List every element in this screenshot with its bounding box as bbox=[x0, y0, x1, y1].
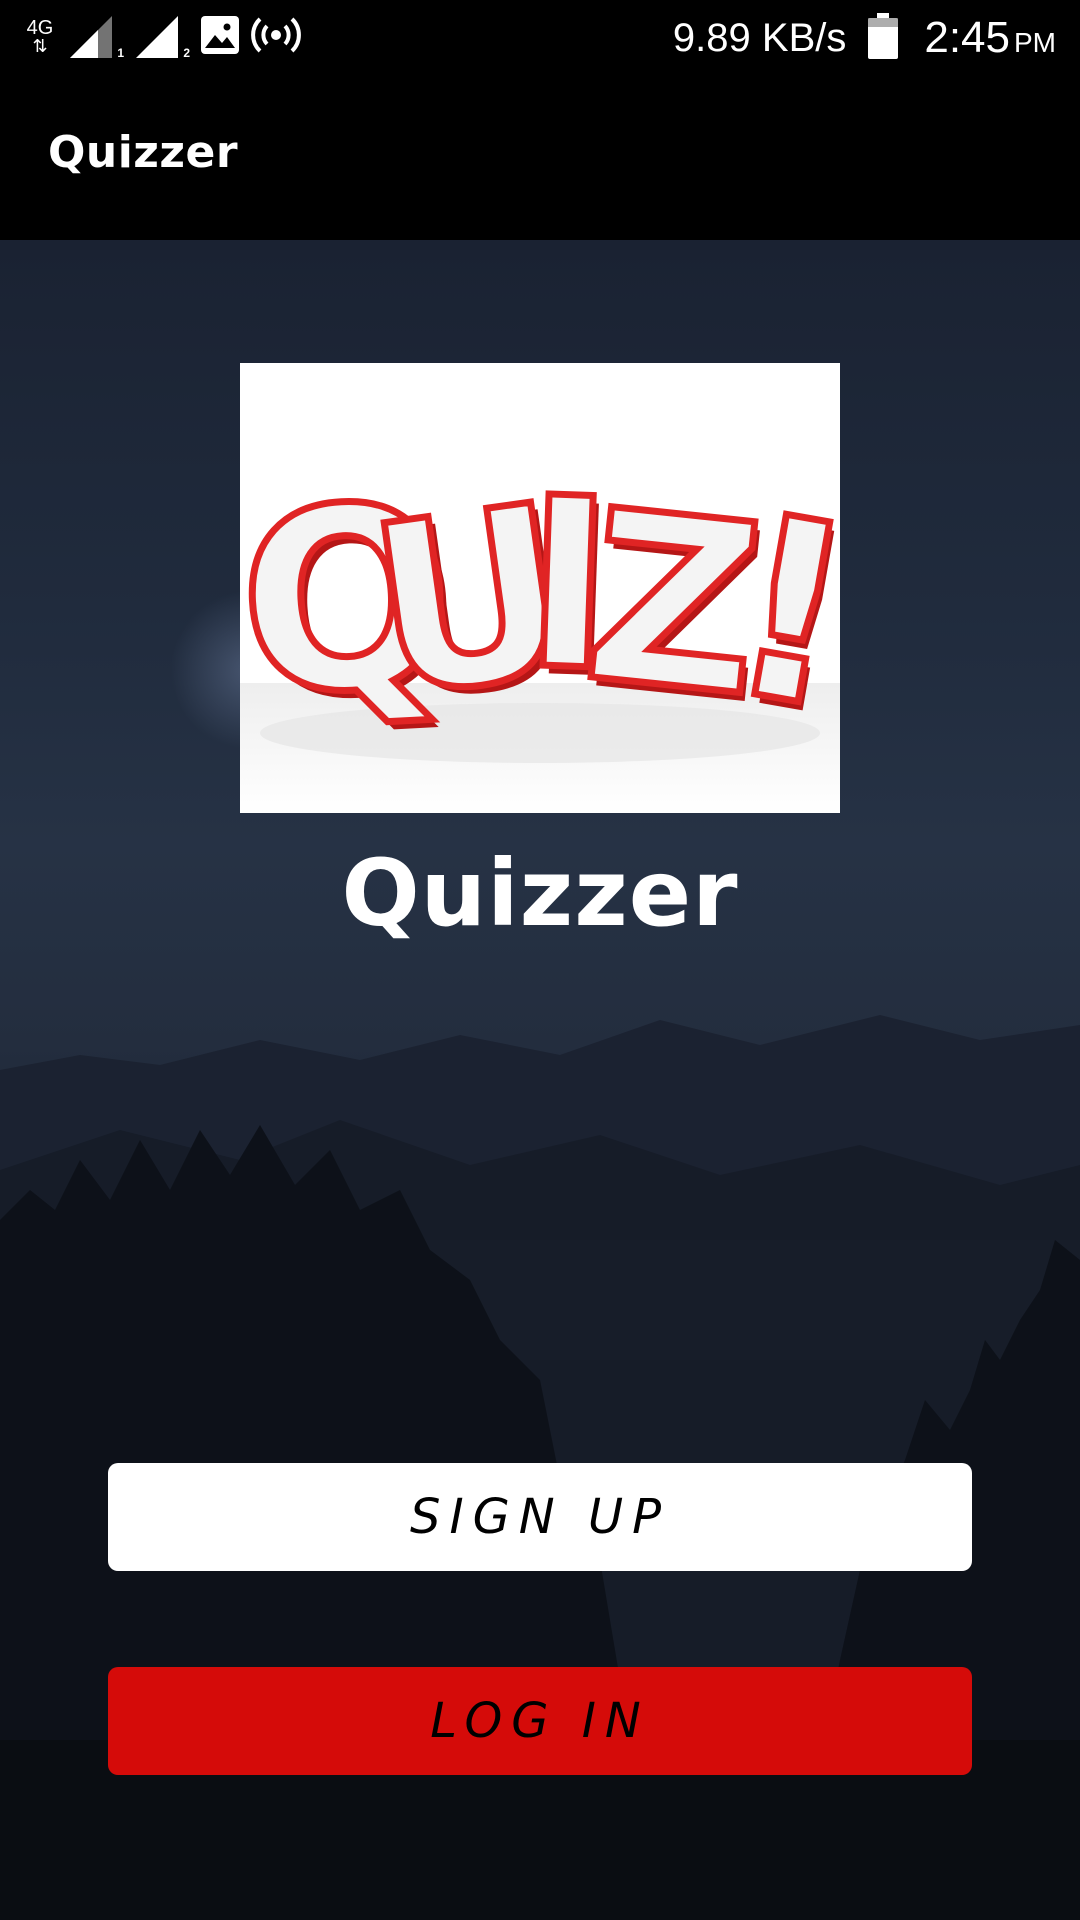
app-bar: Quizzer bbox=[0, 75, 1080, 240]
status-bar-right: 9.89 KB/s 2:45 PM bbox=[673, 8, 1056, 68]
sim1-label: 1 bbox=[117, 46, 124, 60]
clock-ampm: PM bbox=[1014, 27, 1056, 58]
image-notification-icon bbox=[200, 15, 240, 59]
sign-up-label: SIGN UP bbox=[409, 1489, 671, 1545]
brand-title: Quizzer bbox=[341, 840, 739, 947]
status-bar: 4G ⇅ 1 2 9.89 KB/s 2:45 PM bbox=[0, 0, 1080, 75]
battery-icon bbox=[868, 13, 899, 63]
sign-up-button[interactable]: SIGN UP bbox=[108, 1463, 972, 1571]
hotspot-icon bbox=[250, 15, 302, 59]
app-bar-title: Quizzer bbox=[48, 127, 239, 178]
forest-background bbox=[0, 1015, 1080, 1920]
log-in-label: LOG IN bbox=[430, 1693, 650, 1749]
content-area: Q U I Z ! Q U I Z ! Quizzer SIGN UP LOG bbox=[0, 240, 1080, 1920]
log-in-button[interactable]: LOG IN bbox=[108, 1667, 972, 1775]
data-arrows-icon: 4G ⇅ bbox=[26, 17, 54, 56]
status-bar-left: 4G ⇅ 1 2 bbox=[22, 12, 302, 62]
clock-time: 2:45 bbox=[924, 13, 1010, 62]
quiz-logo-art: Q U I Z ! Q U I Z ! bbox=[240, 363, 840, 813]
quiz-logo-image: Q U I Z ! Q U I Z ! bbox=[240, 363, 840, 813]
sim2-label: 2 bbox=[183, 46, 190, 60]
signal-sim2-icon: 2 bbox=[134, 14, 190, 60]
signal-sim1-icon: 1 bbox=[68, 14, 124, 60]
clock: 2:45 PM bbox=[924, 13, 1056, 63]
network-speed: 9.89 KB/s bbox=[672, 15, 847, 60]
quizzer-start-screen: 4G ⇅ 1 2 9.89 KB/s 2:45 PM Quizzer Q U I… bbox=[0, 0, 1080, 1920]
